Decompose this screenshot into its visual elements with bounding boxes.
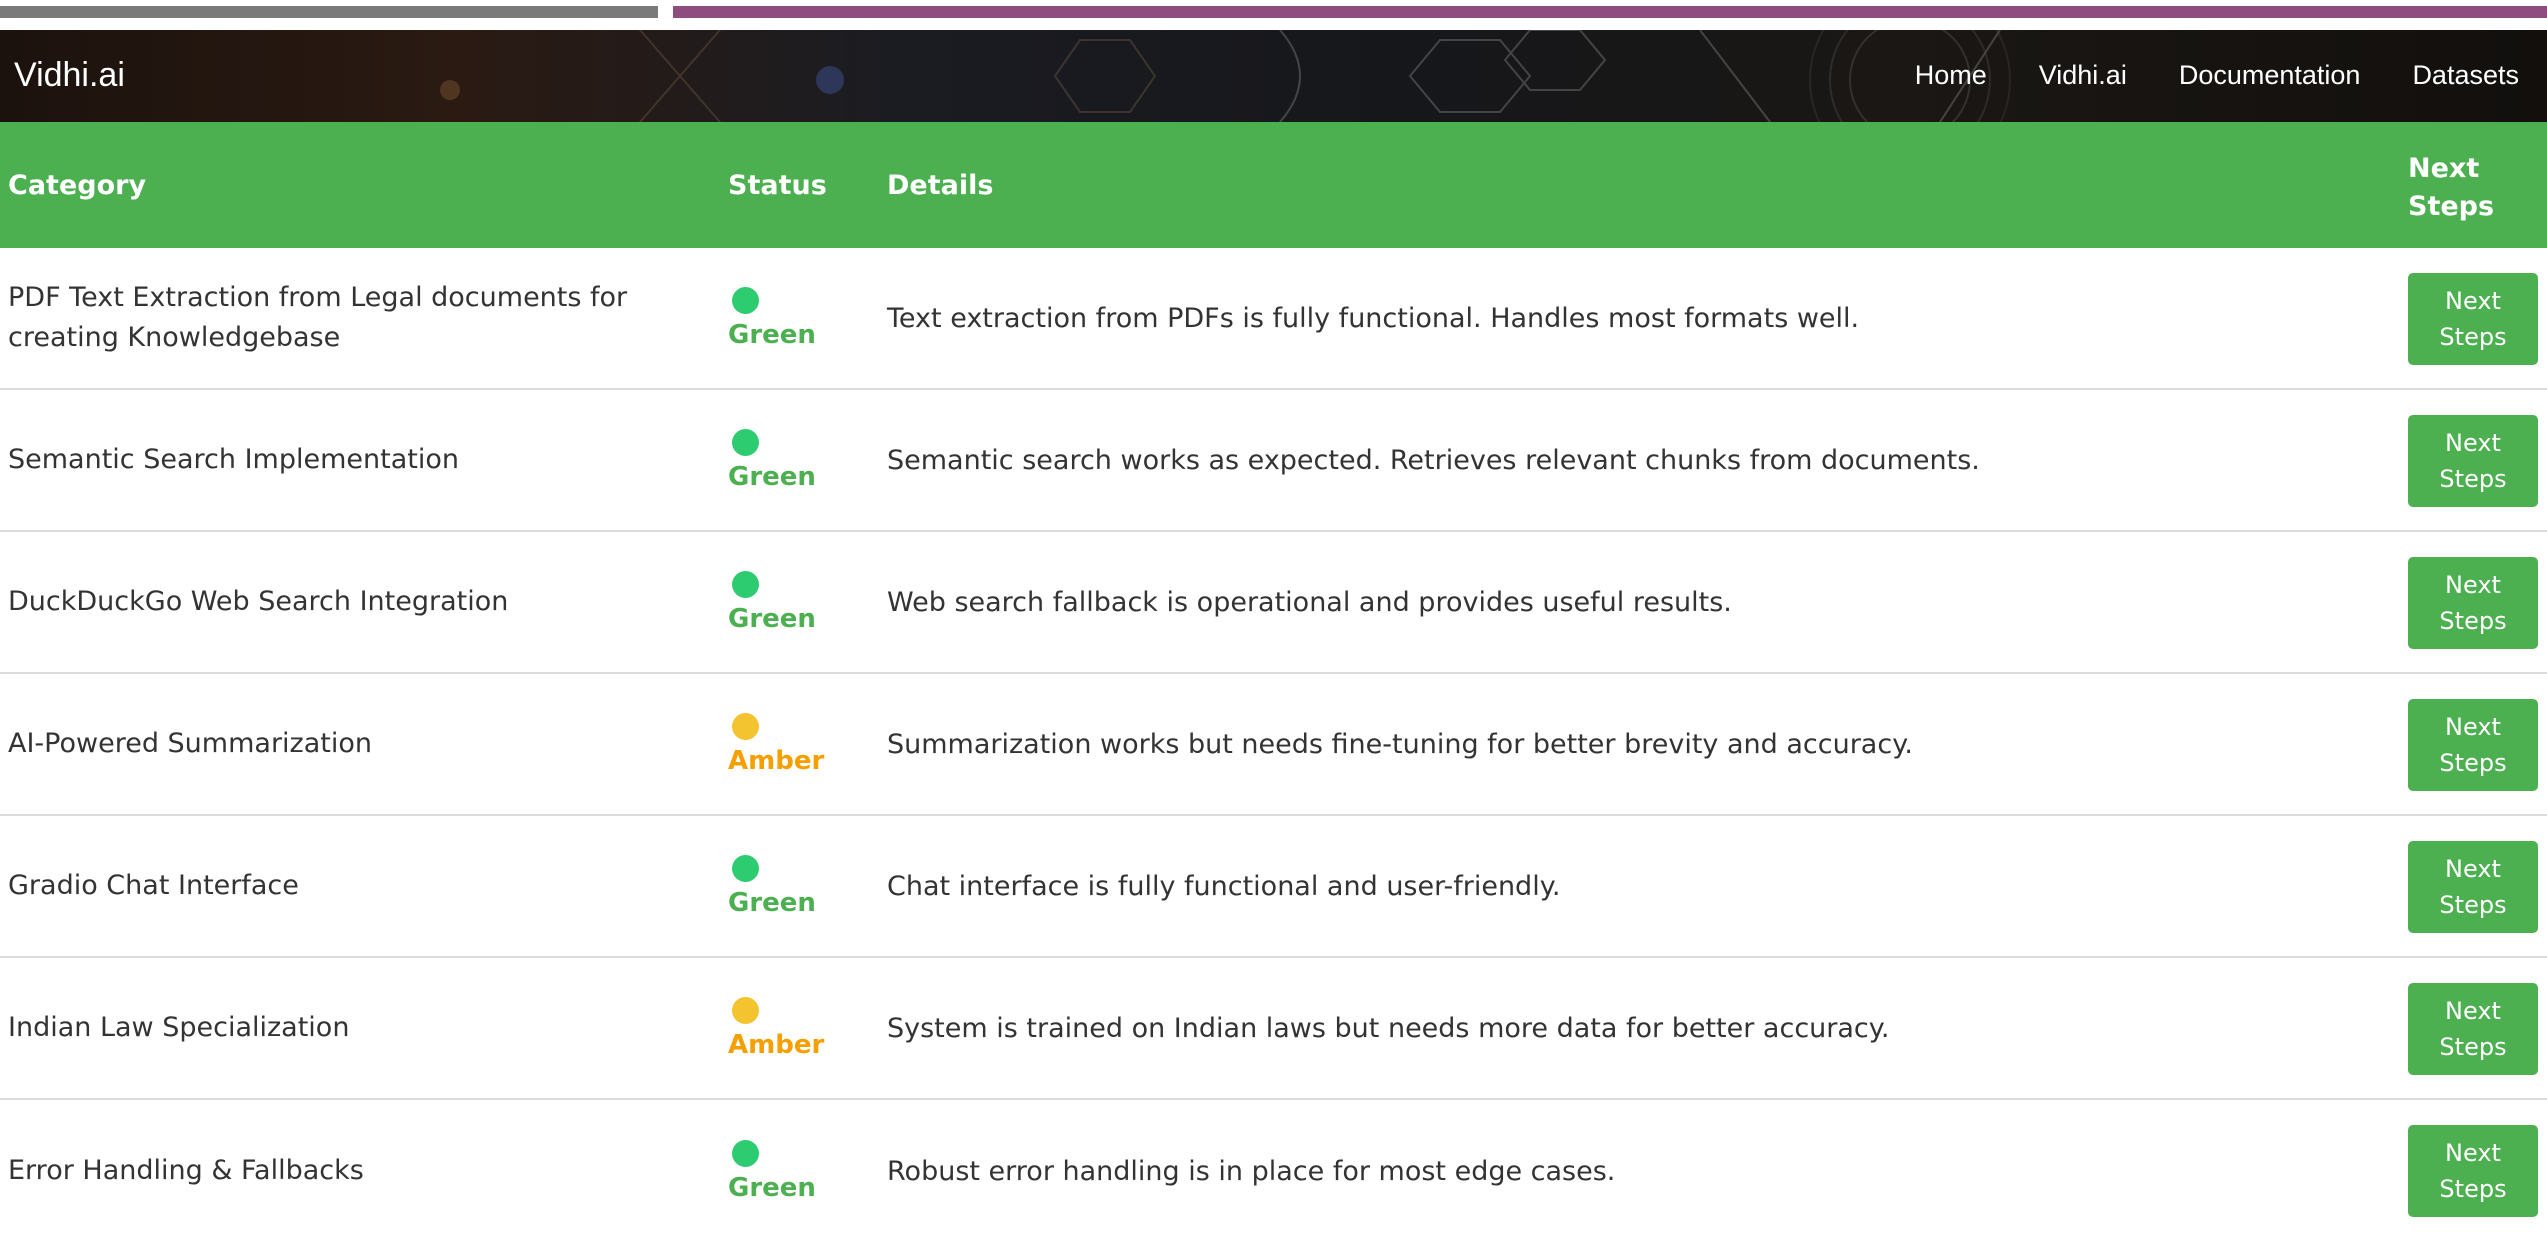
table-row: Gradio Chat Interface Green Chat interfa…	[0, 816, 2547, 958]
header-details: Details	[887, 170, 994, 201]
table-row: DuckDuckGo Web Search Integration Green …	[0, 532, 2547, 674]
status-table: Category Status Details Next Steps PDF T…	[0, 122, 2547, 1242]
table-body: PDF Text Extraction from Legal documents…	[0, 248, 2547, 1242]
status-label: Amber	[728, 1029, 825, 1060]
category-cell: Error Handling & Fallbacks	[8, 1155, 364, 1186]
category-cell: PDF Text Extraction from Legal documents…	[8, 282, 628, 353]
navbar: Vidhi.ai Home Vidhi.ai Documentation Dat…	[0, 30, 2547, 122]
status-dot-icon	[732, 996, 759, 1024]
status-cell: Green	[728, 816, 816, 956]
status-cell: Green	[728, 390, 816, 530]
status-cell: Green	[728, 248, 816, 388]
status-cell: Amber	[728, 958, 824, 1098]
header-next-steps: Next Steps	[2408, 153, 2495, 222]
nav-link-vidhi[interactable]: Vidhi.ai	[2015, 60, 2155, 100]
status-cell: Amber	[728, 674, 824, 814]
top-accent-bars	[0, 0, 2547, 30]
category-cell: Indian Law Specialization	[8, 1012, 350, 1043]
details-cell: System is trained on Indian laws but nee…	[887, 1012, 1890, 1044]
top-accent-bar-grey	[0, 6, 658, 18]
details-cell: Text extraction from PDFs is fully funct…	[887, 302, 1860, 334]
table-row: AI-Powered Summarization Amber Summariza…	[0, 674, 2547, 816]
next-steps-button[interactable]: Next Steps	[2408, 557, 2538, 649]
header-category: Category	[8, 170, 147, 201]
next-steps-button[interactable]: Next Steps	[2408, 415, 2538, 507]
details-cell: Web search fallback is operational and p…	[887, 586, 1732, 618]
table-row: Semantic Search Implementation Green Sem…	[0, 390, 2547, 532]
details-cell: Chat interface is fully functional and u…	[887, 870, 1561, 902]
status-dot-icon	[732, 428, 759, 456]
status-label: Amber	[728, 745, 825, 776]
top-accent-bar-purple	[673, 6, 2547, 18]
status-label: Green	[728, 319, 816, 350]
nav-link-documentation[interactable]: Documentation	[2155, 60, 2389, 100]
table-row: PDF Text Extraction from Legal documents…	[0, 248, 2547, 390]
nav-link-datasets[interactable]: Datasets	[2388, 60, 2547, 100]
table-row: Error Handling & Fallbacks Green Robust …	[0, 1100, 2547, 1242]
next-steps-button[interactable]: Next Steps	[2408, 983, 2538, 1075]
next-steps-button[interactable]: Next Steps	[2408, 1125, 2538, 1217]
category-cell: DuckDuckGo Web Search Integration	[8, 586, 509, 617]
status-label: Green	[728, 603, 816, 634]
header-status: Status	[728, 170, 827, 201]
details-cell: Semantic search works as expected. Retri…	[887, 444, 1980, 476]
status-label: Green	[728, 887, 816, 918]
brand-logo[interactable]: Vidhi.ai	[14, 56, 125, 95]
next-steps-button[interactable]: Next Steps	[2408, 273, 2538, 365]
status-dot-icon	[732, 286, 759, 314]
next-steps-button[interactable]: Next Steps	[2408, 699, 2538, 791]
status-cell: Green	[728, 532, 816, 672]
details-cell: Summarization works but needs fine-tunin…	[887, 728, 1913, 760]
status-dot-icon	[732, 712, 759, 740]
details-cell: Robust error handling is in place for mo…	[887, 1155, 1616, 1187]
nav-links: Home Vidhi.ai Documentation Datasets	[1891, 60, 2547, 100]
status-dot-icon	[732, 1139, 759, 1167]
nav-link-home[interactable]: Home	[1891, 60, 2015, 100]
table-header: Category Status Details Next Steps	[0, 122, 2547, 248]
status-label: Green	[728, 461, 816, 492]
next-steps-button[interactable]: Next Steps	[2408, 841, 2538, 933]
status-cell: Green	[728, 1100, 816, 1242]
status-label: Green	[728, 1172, 816, 1203]
category-cell: Gradio Chat Interface	[8, 870, 299, 901]
category-cell: Semantic Search Implementation	[8, 444, 459, 475]
table-row: Indian Law Specialization Amber System i…	[0, 958, 2547, 1100]
status-dot-icon	[732, 570, 759, 598]
status-dot-icon	[732, 854, 759, 882]
category-cell: AI-Powered Summarization	[8, 728, 372, 759]
